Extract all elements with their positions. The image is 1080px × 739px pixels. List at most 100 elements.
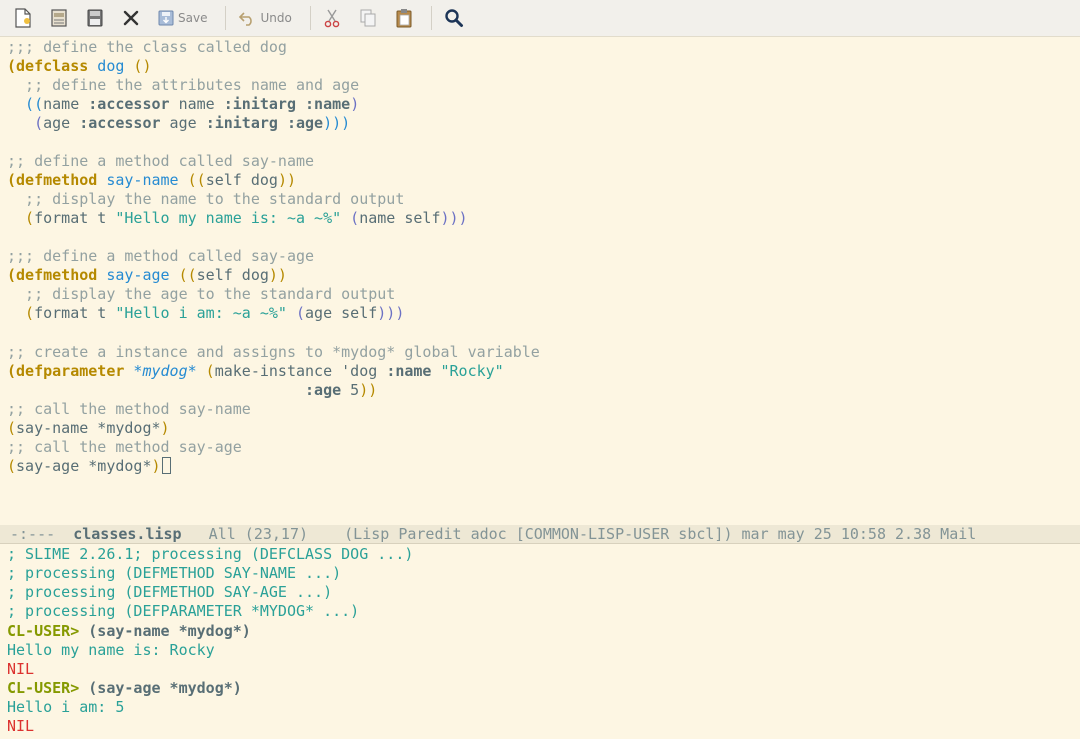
code-line: (defmethod say-name ((self dog)) bbox=[7, 171, 296, 190]
code-line: (defparameter *mydog* (make-instance 'do… bbox=[7, 362, 504, 381]
code-line: ;; call the method say-name bbox=[7, 400, 251, 418]
code-token: dog bbox=[88, 57, 125, 75]
paste-button[interactable] bbox=[389, 3, 419, 33]
toolbar-separator bbox=[225, 6, 227, 30]
code-token: ( bbox=[7, 304, 35, 322]
code-line: (defclass dog () bbox=[7, 57, 152, 76]
undo-icon bbox=[239, 12, 253, 26]
save-label: Save bbox=[178, 11, 208, 25]
open-folder-icon bbox=[51, 9, 67, 27]
code-token: :initarg bbox=[205, 114, 278, 132]
repl-line: ; processing (DEFMETHOD SAY-AGE ...) bbox=[7, 583, 333, 601]
code-token: (( bbox=[7, 95, 44, 113]
code-line: (defmethod say-age ((self dog)) bbox=[7, 266, 287, 285]
code-line: ;;; define a method called say-age bbox=[7, 247, 315, 265]
code-token: age self bbox=[305, 304, 378, 322]
toolbar-separator bbox=[309, 6, 311, 30]
code-token: ( bbox=[7, 419, 17, 437]
text-cursor bbox=[161, 457, 171, 474]
save-disk-button[interactable] bbox=[80, 3, 110, 33]
repl-line: ; processing (DEFPARAMETER *MYDOG* ...) bbox=[7, 602, 360, 620]
toolbar: Save Undo bbox=[0, 0, 1080, 37]
code-token: age bbox=[43, 114, 80, 132]
code-token: (( bbox=[169, 266, 197, 284]
copy-button[interactable] bbox=[353, 3, 383, 33]
repl-buffer[interactable]: ; SLIME 2.26.1; processing (DEFCLASS DOG… bbox=[0, 544, 1080, 739]
code-token: ( bbox=[7, 209, 35, 227]
save-icon bbox=[158, 10, 174, 26]
code-token: ) bbox=[160, 419, 170, 437]
code-token: )) bbox=[268, 266, 287, 284]
code-token: :initarg bbox=[223, 95, 296, 113]
code-token: say-age bbox=[97, 266, 170, 284]
code-token: 5 bbox=[341, 381, 360, 399]
code-token: :name bbox=[305, 95, 351, 113]
code-token: *mydog* bbox=[124, 362, 197, 380]
code-token: (( bbox=[178, 171, 206, 189]
code-line: ;; display the age to the standard outpu… bbox=[7, 285, 396, 303]
code-line: ;; create a instance and assigns to *myd… bbox=[7, 343, 540, 361]
repl-line: CL-USER> (say-name *mydog*) bbox=[7, 622, 251, 641]
cut-button[interactable] bbox=[317, 3, 347, 33]
code-line: ;;; define the class called dog bbox=[7, 38, 287, 56]
save-button[interactable]: Save bbox=[152, 3, 213, 33]
code-token: () bbox=[124, 57, 152, 75]
repl-output: Hello my name is: Rocky bbox=[7, 641, 215, 659]
code-token: name bbox=[43, 95, 89, 113]
search-button[interactable] bbox=[438, 3, 470, 33]
code-token: ) bbox=[350, 95, 360, 113]
undo-label: Undo bbox=[260, 11, 292, 25]
code-token: say-name *mydog* bbox=[16, 419, 161, 437]
code-token: ))) bbox=[323, 114, 351, 132]
code-token: :name bbox=[386, 362, 432, 380]
code-line: (age :accessor age :initarg :age))) bbox=[7, 114, 350, 133]
code-token: ( bbox=[341, 209, 360, 227]
copy-icon bbox=[360, 9, 376, 27]
code-token: :accessor bbox=[79, 114, 161, 132]
code-token: ( bbox=[7, 114, 44, 132]
repl-output: Hello i am: 5 bbox=[7, 698, 125, 716]
code-line: :age 5)) bbox=[7, 381, 377, 400]
code-token: say-name bbox=[97, 171, 179, 189]
code-token: ( bbox=[7, 457, 17, 475]
toolbar-separator bbox=[430, 6, 432, 30]
paste-icon bbox=[396, 9, 412, 28]
code-token: (defclass bbox=[7, 57, 89, 75]
open-file-button[interactable] bbox=[44, 3, 74, 33]
code-token: say-age *mydog* bbox=[16, 457, 152, 475]
code-token: ( bbox=[196, 362, 215, 380]
code-token: format t bbox=[34, 209, 116, 227]
scissors-icon bbox=[324, 9, 340, 28]
repl-prompt: CL-USER> bbox=[7, 622, 80, 640]
search-icon bbox=[445, 9, 463, 27]
code-token: self dog bbox=[196, 266, 269, 284]
repl-input: (say-name *mydog*) bbox=[79, 622, 251, 640]
code-token: ))) bbox=[440, 209, 468, 227]
code-line: (say-age *mydog*) bbox=[7, 457, 171, 476]
code-token: )) bbox=[359, 381, 378, 399]
code-token: "Rocky" bbox=[431, 362, 504, 380]
editor-buffer[interactable]: ;;; define the class called dog (defclas… bbox=[0, 37, 1080, 525]
code-token: "Hello i am: ~a ~%" bbox=[115, 304, 287, 322]
mode-line: -:--- classes.lisp All (23,17) (Lisp Par… bbox=[0, 525, 1080, 544]
code-token: (defmethod bbox=[7, 171, 98, 189]
code-token: format t bbox=[34, 304, 116, 322]
code-line: ;; call the method say-age bbox=[7, 438, 242, 456]
repl-input: (say-age *mydog*) bbox=[79, 679, 242, 697]
new-file-button[interactable] bbox=[8, 3, 38, 33]
new-file-icon bbox=[15, 8, 31, 28]
code-token: "Hello my name is: ~a ~%" bbox=[115, 209, 342, 227]
repl-line: CL-USER> (say-age *mydog*) bbox=[7, 679, 242, 698]
modeline-buffer-name[interactable]: classes.lisp bbox=[73, 525, 181, 543]
code-line: (format t "Hello i am: ~a ~%" (age self)… bbox=[7, 304, 404, 323]
code-token: make-instance 'dog bbox=[214, 362, 387, 380]
code-token: age bbox=[160, 114, 206, 132]
code-token: ) bbox=[151, 457, 161, 475]
close-button[interactable] bbox=[116, 3, 146, 33]
repl-result: NIL bbox=[7, 717, 35, 735]
undo-button[interactable]: Undo bbox=[232, 3, 297, 33]
modeline-status: -:--- bbox=[10, 525, 74, 543]
